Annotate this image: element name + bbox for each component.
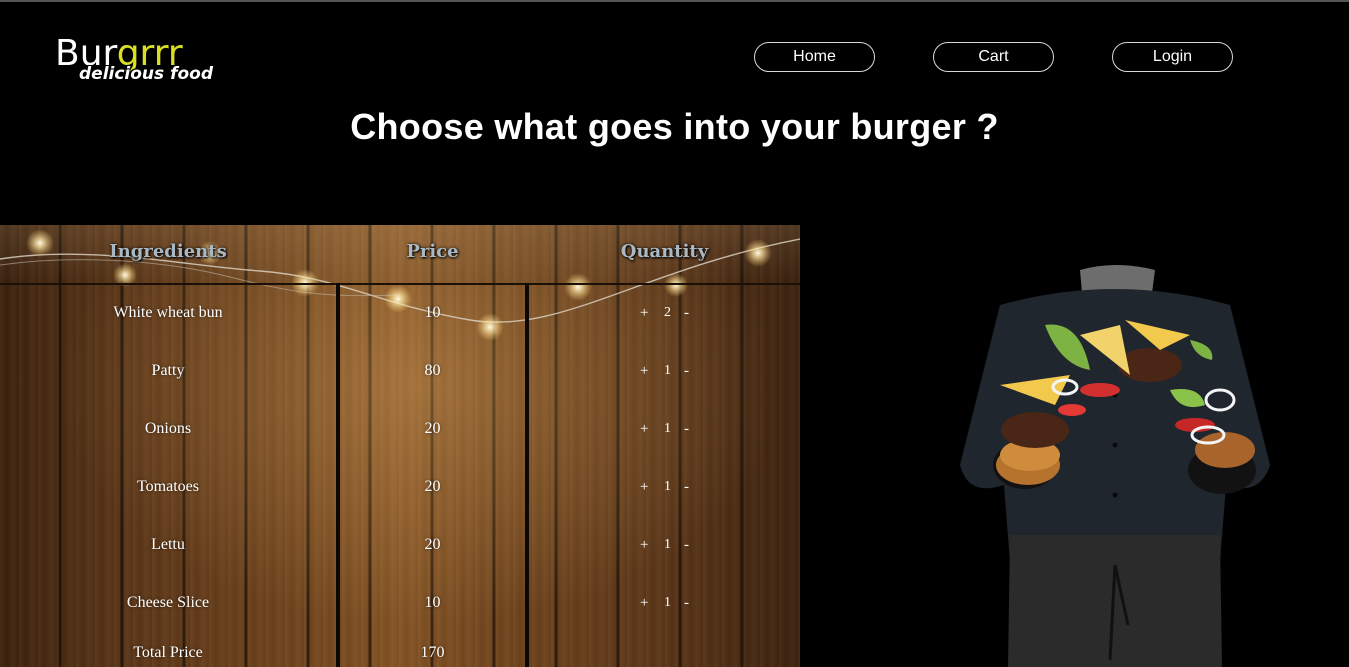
plus-icon[interactable]: + [640, 476, 648, 498]
nav-cart-button[interactable]: Cart [933, 42, 1054, 72]
ingredient-name: Patty [151, 362, 185, 379]
column-divider [525, 283, 529, 667]
ingredient-name: Lettu [151, 536, 185, 553]
ingredient-price: 10 [424, 594, 441, 611]
quantity-stepper: + 1 - [630, 418, 710, 440]
logo-tagline: delicious food [79, 64, 213, 84]
minus-icon[interactable]: - [684, 418, 689, 440]
header-quantity: Quantity [620, 241, 709, 262]
total-price-label: Total Price [133, 644, 203, 661]
quantity-value: 2 [664, 305, 671, 320]
plus-icon[interactable]: + [640, 302, 648, 324]
quantity-value: 1 [664, 595, 671, 610]
nav-login-button[interactable]: Login [1112, 42, 1233, 72]
quantity-value: 1 [664, 537, 671, 552]
quantity-stepper: + 1 - [630, 476, 710, 498]
quantity-value: 1 [664, 421, 671, 436]
ingredient-price: 20 [424, 420, 441, 437]
quantity-stepper: + 1 - [630, 592, 710, 614]
ingredient-price: 20 [424, 536, 441, 553]
plus-icon[interactable]: + [640, 418, 648, 440]
site-logo[interactable]: Burgrrr delicious food [55, 34, 225, 94]
minus-icon[interactable]: - [684, 302, 689, 324]
total-price-value: 170 [420, 644, 445, 661]
ingredients-table: Ingredients Price Quantity White wheat b… [0, 225, 800, 667]
quantity-stepper: + 1 - [630, 360, 710, 382]
minus-icon[interactable]: - [684, 476, 689, 498]
header-divider [0, 283, 800, 285]
header-ingredients: Ingredients [109, 241, 227, 262]
minus-icon[interactable]: - [684, 534, 689, 556]
ingredient-name: Cheese Slice [126, 594, 210, 611]
ingredient-price: 20 [424, 478, 441, 495]
minus-icon[interactable]: - [684, 592, 689, 614]
quantity-value: 1 [664, 363, 671, 378]
page-title: Choose what goes into your burger ? [350, 106, 999, 147]
minus-icon[interactable]: - [684, 360, 689, 382]
ingredient-name: White wheat bun [113, 304, 223, 321]
ingredient-name: Tomatoes [137, 478, 199, 495]
chef-burger-image [960, 265, 1270, 667]
ingredient-name: Onions [144, 420, 192, 437]
nav-home-button[interactable]: Home [754, 42, 875, 72]
quantity-stepper: + 2 - [630, 302, 710, 324]
quantity-stepper: + 1 - [630, 534, 710, 556]
ingredient-price: 10 [424, 304, 441, 321]
ingredient-price: 80 [424, 362, 441, 379]
plus-icon[interactable]: + [640, 534, 648, 556]
window-top-border [0, 0, 1349, 2]
header-price: Price [406, 241, 459, 262]
plus-icon[interactable]: + [640, 592, 648, 614]
plus-icon[interactable]: + [640, 360, 648, 382]
quantity-value: 1 [664, 479, 671, 494]
